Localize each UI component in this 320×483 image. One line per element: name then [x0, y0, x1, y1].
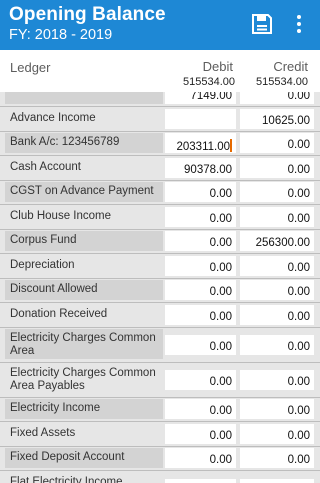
ledger-name: Electricity Charges Common Area [5, 329, 163, 359]
ledger-name: Depreciation [10, 258, 75, 271]
ledger-name: Flat Electricity Income Collection [10, 475, 123, 483]
more-options-icon[interactable] [294, 13, 304, 35]
debit-input[interactable]: 203311.00 [165, 133, 236, 153]
ledger-name: Bank A/c: 123456789 [5, 133, 163, 153]
debit-input[interactable] [165, 108, 236, 129]
debit-input[interactable]: 0.00 [165, 255, 236, 276]
ledger-name: Discount Allowed [5, 280, 163, 300]
ledger-name: Electricity Charges Common Area Payables [10, 367, 156, 392]
fiscal-year-subtitle: FY: 2018 - 2019 [9, 27, 113, 43]
ledger-name: CGST on Advance Payment [5, 182, 163, 202]
ledger-name: Cash Account [10, 160, 81, 173]
debit-input[interactable]: 0.00 [165, 304, 236, 325]
app-bar: Opening Balance FY: 2018 - 2019 [0, 0, 320, 50]
ledger-row: Fixed Deposit Account 0.00 0.00 [0, 446, 320, 471]
ledger-row: Donation Received 0.00 0.00 [0, 303, 320, 328]
debit-input[interactable]: 0.00 [165, 423, 236, 444]
debit-total: 515534.00 [183, 76, 235, 88]
credit-input[interactable]: 0.00 [240, 92, 314, 104]
column-header: Ledger Debit Credit 515534.00 515534.00 [0, 50, 320, 92]
ledger-row: Electricity Income 0.00 0.00 [0, 397, 320, 422]
debit-input[interactable]: 0.00 [165, 206, 236, 227]
credit-column-label: Credit [273, 59, 308, 74]
credit-input[interactable]: 0.00 [240, 182, 314, 202]
credit-input[interactable]: 0.00 [240, 448, 314, 468]
debit-input[interactable]: 0.00 [165, 231, 236, 251]
debit-input[interactable]: 0.00 [165, 335, 236, 355]
credit-input[interactable]: 0.00 [240, 423, 314, 444]
credit-input[interactable]: 0.00 [240, 399, 314, 419]
ledger-row: Club House Income 0.00 0.00 [0, 205, 320, 230]
credit-input[interactable]: 0.00 [240, 280, 314, 300]
debit-input[interactable]: 0.00 [165, 370, 236, 390]
ledger-row: Electricity Charges Common Area 0.00 0.00 [0, 327, 320, 363]
page-title: Opening Balance [9, 4, 166, 25]
ledger-row: CGST on Advance Payment 0.00 0.00 [0, 180, 320, 205]
ledger-row: Electricity Charges Common Area Payables… [0, 362, 320, 398]
ledger-name: Corpus Fund [5, 231, 163, 251]
ledger-row: Flat Electricity Income Collection 0.00 0.… [0, 471, 320, 483]
debit-input[interactable]: 0.00 [165, 399, 236, 419]
credit-input[interactable]: 10625.00 [240, 108, 314, 129]
ledger-column-label: Ledger [10, 60, 51, 75]
ledger-name: Fixed Assets [10, 426, 76, 439]
credit-input[interactable]: 0.00 [240, 133, 314, 153]
ledger-row: Cash Account 90378.00 0.00 [0, 156, 320, 181]
ledger-row: Depreciation 0.00 0.00 [0, 254, 320, 279]
debit-column-label: Debit [202, 59, 233, 74]
debit-input[interactable]: 90378.00 [165, 157, 236, 178]
credit-input[interactable]: 0.00 [240, 255, 314, 276]
ledger-name: Club House Income [10, 209, 111, 222]
ledger-row: 7149.00 0.00 [0, 92, 320, 107]
save-icon[interactable] [251, 13, 273, 35]
ledger-row: Discount Allowed 0.00 0.00 [0, 278, 320, 303]
ledger-name: Donation Received [10, 307, 108, 320]
credit-input[interactable]: 0.00 [240, 370, 314, 390]
credit-input[interactable]: 0.00 [240, 335, 314, 355]
ledger-name: Advance Income [10, 111, 96, 124]
credit-total: 515534.00 [256, 76, 308, 88]
credit-input[interactable]: 0.00 [240, 478, 314, 483]
debit-input[interactable]: 7149.00 [165, 92, 236, 104]
ledger-row: Bank A/c: 123456789 203311.00 0.00 [0, 131, 320, 156]
ledger-row: Advance Income 10625.00 [0, 107, 320, 132]
credit-input[interactable]: 0.00 [240, 304, 314, 325]
credit-input[interactable]: 0.00 [240, 157, 314, 178]
credit-input[interactable]: 256300.00 [240, 231, 314, 251]
ledger-name [5, 92, 163, 104]
debit-input[interactable]: 0.00 [165, 478, 236, 483]
debit-input[interactable]: 0.00 [165, 182, 236, 202]
ledger-name: Electricity Income [5, 399, 163, 419]
debit-input[interactable]: 0.00 [165, 448, 236, 468]
ledger-row: Fixed Assets 0.00 0.00 [0, 422, 320, 447]
ledger-list[interactable]: 7149.00 0.00 Advance Income 10625.00 Bank A/… [0, 92, 320, 483]
credit-input[interactable]: 0.00 [240, 206, 314, 227]
ledger-row: Corpus Fund 0.00 256300.00 [0, 229, 320, 254]
ledger-name: Fixed Deposit Account [5, 448, 163, 468]
debit-input[interactable]: 0.00 [165, 280, 236, 300]
